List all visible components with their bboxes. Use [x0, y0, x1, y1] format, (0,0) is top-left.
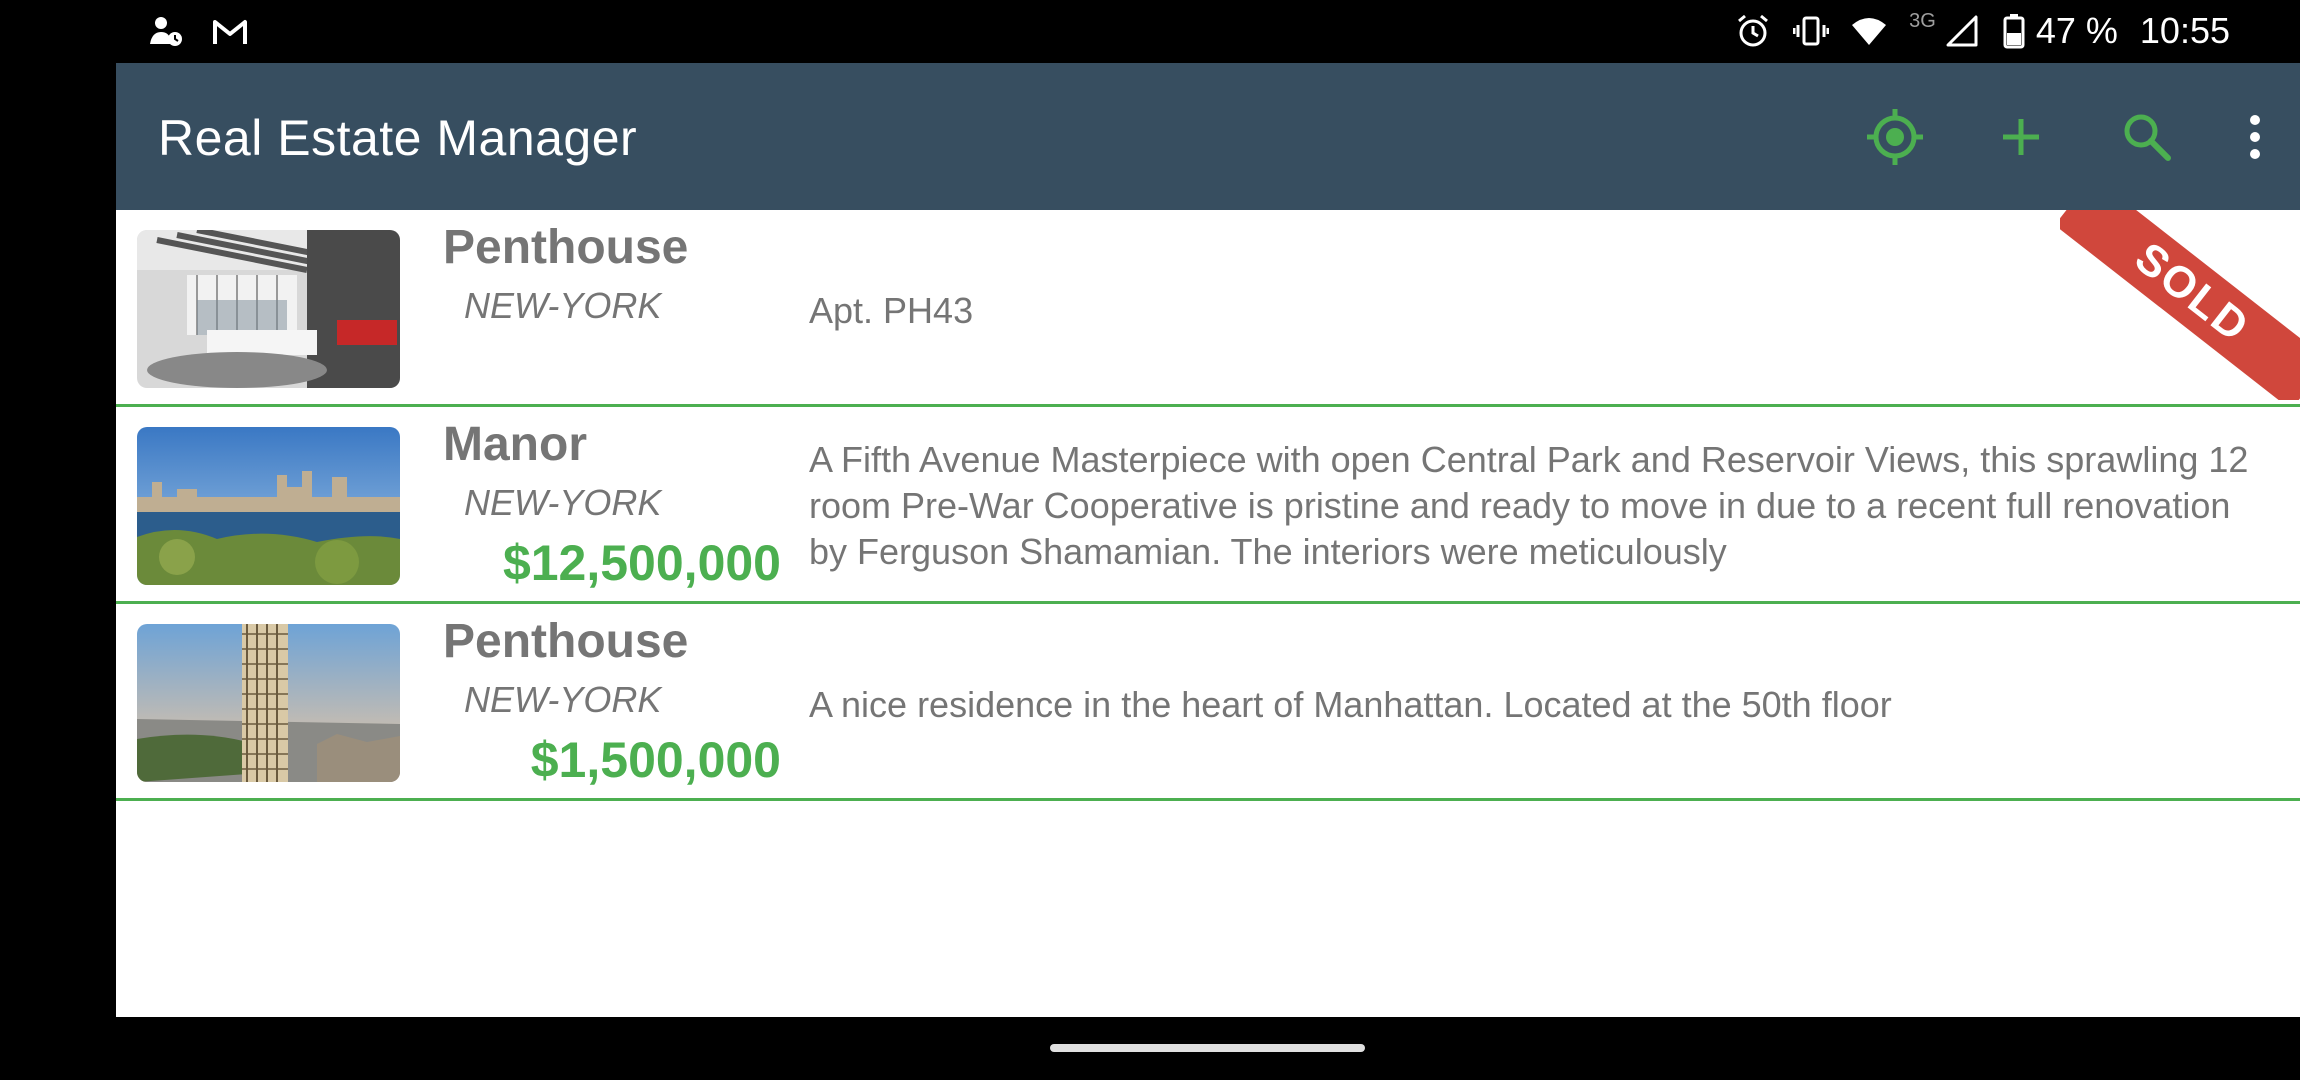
signal-icon — [1946, 15, 1978, 47]
property-price: $12,500,000 — [502, 535, 781, 591]
alarm-icon — [1738, 14, 1769, 47]
property-photo — [137, 624, 400, 782]
search-icon — [2124, 114, 2171, 161]
property-city: NEW-YORK — [464, 679, 662, 720]
property-city: NEW-YORK — [464, 482, 662, 523]
property-photo — [137, 427, 400, 585]
toolbar-actions — [1832, 63, 2300, 210]
property-photo — [137, 230, 400, 388]
property-description: A nice residence in the heart of Manhatt… — [809, 684, 1892, 725]
list-item[interactable]: Manor NEW-YORK $12,500,000 A Fifth Avenu… — [116, 407, 2300, 604]
wifi-icon — [1852, 18, 1887, 45]
battery-icon — [2003, 14, 2025, 49]
app-title: Real Estate Manager — [158, 110, 638, 166]
list-item[interactable]: Penthouse NEW-YORK Apt. PH43 SOLD — [116, 210, 2300, 407]
sold-ribbon-label: SOLD — [2060, 210, 2300, 400]
app-window: Real Estate Manager Penthouse NEW-YORK A… — [116, 63, 2300, 1017]
search-button[interactable] — [2084, 63, 2210, 210]
add-button[interactable] — [1958, 63, 2084, 210]
more-vert-icon — [2250, 114, 2260, 159]
more-options-button[interactable] — [2210, 63, 2300, 210]
property-city: NEW-YORK — [464, 285, 662, 326]
navigation-bar — [0, 1017, 2300, 1080]
property-description: A Fifth Avenue Masterpiece with open Cen… — [809, 439, 2249, 572]
vibrate-icon — [1793, 16, 1830, 46]
location-button[interactable] — [1832, 63, 1958, 210]
sold-badge: SOLD — [2060, 210, 2300, 400]
battery-level: 47 % — [2035, 10, 2118, 51]
property-type: Penthouse — [443, 615, 689, 668]
clock: 10:55 — [2139, 10, 2230, 51]
property-price: $1,500,000 — [530, 732, 781, 788]
add-icon — [2003, 118, 2039, 155]
list-item[interactable]: Penthouse NEW-YORK $1,500,000 A nice res… — [116, 604, 2300, 801]
status-bar: 3G 47 % 10:55 — [0, 0, 2300, 63]
gmail-icon — [213, 20, 247, 44]
location-icon — [1867, 108, 1923, 165]
notification-app-icon — [150, 17, 182, 46]
network-type: 3G — [1909, 9, 1936, 32]
home-gesture-handle[interactable] — [1050, 1044, 1365, 1052]
toolbar: Real Estate Manager — [116, 63, 2300, 210]
property-list: Penthouse NEW-YORK Apt. PH43 SOLD Manor … — [116, 210, 2300, 801]
property-description: Apt. PH43 — [809, 290, 974, 331]
property-type: Manor — [443, 418, 587, 471]
property-type: Penthouse — [443, 221, 689, 274]
